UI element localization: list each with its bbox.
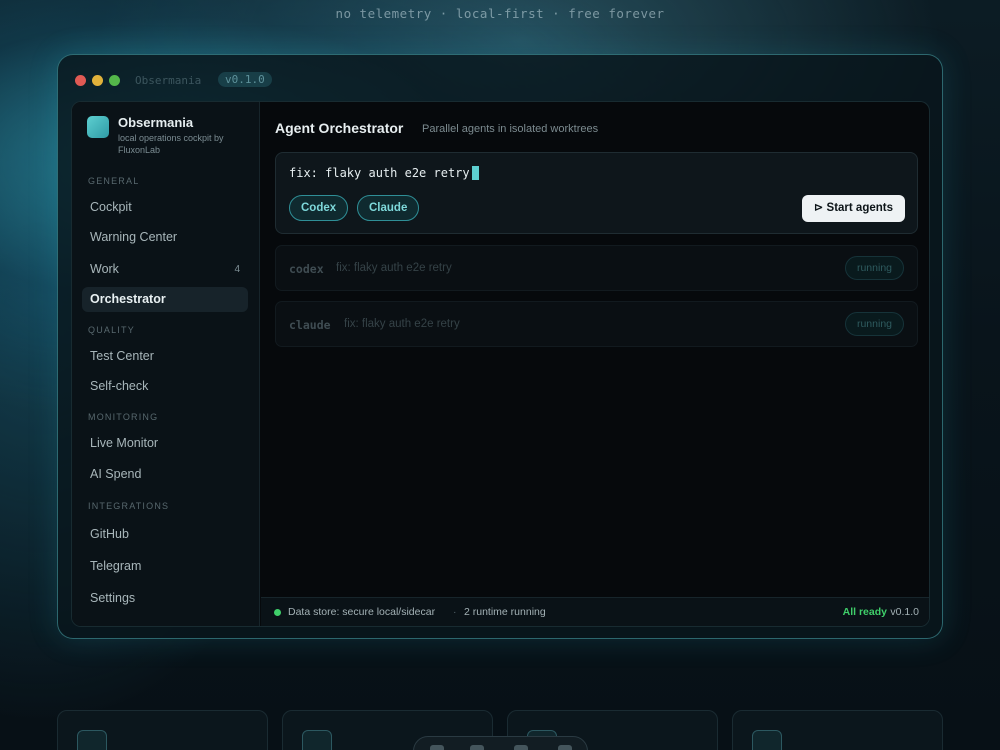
brand-name: Obsermania — [118, 115, 194, 130]
sidebar-item-cockpit[interactable]: Cockpit — [82, 195, 248, 220]
status-ok-indicator-icon — [274, 609, 281, 616]
status-separator: · — [453, 606, 457, 618]
app-frame: Obsermania local operations cockpit by F… — [71, 101, 930, 627]
feature-card-icon — [302, 730, 332, 750]
task-prompt-text: fix: flaky auth e2e retry — [289, 166, 470, 180]
section-label-general: General — [88, 176, 140, 186]
status-bar: Data store: secure local/sidecar · 2 run… — [261, 597, 929, 626]
section-label-quality: Quality — [88, 325, 135, 335]
brand-logo-icon — [87, 116, 109, 138]
section-label-monitoring: Monitoring — [88, 412, 159, 422]
feature-card[interactable] — [57, 710, 268, 750]
text-caret — [471, 166, 479, 180]
agent-name: claude — [289, 318, 331, 332]
app-version: v0.1.0 — [890, 606, 919, 618]
sidebar-item-test-center[interactable]: Test Center — [82, 344, 248, 369]
sidebar-item-label: AI Spend — [90, 467, 142, 481]
sidebar-item-label: Telegram — [90, 559, 142, 573]
sidebar-item-self-check[interactable]: Self-check — [82, 374, 248, 399]
dock-icon[interactable] — [470, 745, 484, 750]
sidebar-item-label: Self-check — [90, 379, 149, 393]
window-titlebar: Obsermania v0.1.0 — [58, 55, 942, 101]
sidebar-item-label: Orchestrator — [90, 292, 166, 306]
zoom-window-button[interactable] — [109, 75, 120, 86]
agent-chip-codex[interactable]: Codex — [289, 195, 349, 221]
work-count-badge: 4 — [234, 264, 240, 275]
feature-card-icon — [77, 730, 107, 750]
sidebar-item-live-monitor[interactable]: Live Monitor — [82, 431, 248, 456]
agent-task: fix: flaky auth e2e retry — [344, 318, 460, 330]
agent-name: codex — [289, 262, 324, 276]
dock-icon[interactable] — [514, 745, 528, 750]
hero-tagline: no telemetry · local-first · free foreve… — [335, 6, 665, 21]
sidebar-item-label: Settings — [90, 591, 136, 605]
task-prompt-input[interactable]: fix: flaky auth e2e retry — [289, 166, 479, 180]
sidebar-item-label: Cockpit — [90, 200, 132, 214]
sidebar-item-settings[interactable]: Settings — [82, 586, 248, 611]
dock-icon[interactable] — [558, 745, 572, 750]
sidebar-item-label: Work — [90, 262, 119, 276]
sidebar-item-github[interactable]: GitHub — [82, 522, 248, 547]
brand-subtitle: local operations cockpit by FluxonLab — [118, 133, 224, 155]
start-agents-button[interactable]: ⊳ Start agents — [801, 195, 905, 222]
bottom-dock — [413, 736, 588, 750]
sidebar-item-orchestrator[interactable]: Orchestrator — [82, 287, 248, 312]
sidebar-item-label: Warning Center — [90, 230, 178, 244]
sidebar: Obsermania local operations cockpit by F… — [72, 102, 260, 626]
ready-status: All ready — [842, 606, 887, 618]
agent-row-codex[interactable]: codex fix: flaky auth e2e retry running — [275, 245, 918, 291]
agent-row-claude[interactable]: claude fix: flaky auth e2e retry running — [275, 301, 918, 347]
main-panel: Agent Orchestrator Parallel agents in is… — [261, 102, 929, 626]
sidebar-item-work[interactable]: Work 4 — [82, 257, 248, 282]
window-title: Obsermania — [135, 74, 202, 87]
agent-status-badge: running — [844, 312, 904, 336]
sidebar-item-label: Live Monitor — [90, 436, 159, 450]
data-store-status: Data store: secure local/sidecar — [288, 606, 436, 618]
agent-task: fix: flaky auth e2e retry — [336, 262, 452, 274]
agent-status-badge: running — [844, 256, 904, 280]
sidebar-item-ai-spend[interactable]: AI Spend — [82, 462, 248, 487]
sidebar-item-warning-center[interactable]: Warning Center — [82, 225, 248, 250]
sidebar-item-telegram[interactable]: Telegram — [82, 554, 248, 579]
agent-chip-claude[interactable]: Claude — [357, 195, 420, 221]
dock-icon[interactable] — [430, 745, 444, 750]
sidebar-item-label: GitHub — [90, 527, 129, 541]
agent-composer: fix: flaky auth e2e retry Codex Claude ⊳… — [275, 152, 918, 234]
minimize-window-button[interactable] — [92, 75, 103, 86]
feature-card[interactable] — [732, 710, 943, 750]
sidebar-item-label: Test Center — [90, 349, 154, 363]
close-window-button[interactable] — [75, 75, 86, 86]
app-window: Obsermania v0.1.0 Obsermania local opera… — [57, 54, 943, 639]
feature-card-icon — [752, 730, 782, 750]
page-title: Agent Orchestrator — [275, 120, 404, 136]
section-label-integrations: Integrations — [88, 501, 170, 511]
page-subtitle: Parallel agents in isolated worktrees — [422, 123, 599, 135]
runtime-status: 2 runtime running — [464, 606, 546, 618]
window-version-badge: v0.1.0 — [218, 72, 272, 87]
